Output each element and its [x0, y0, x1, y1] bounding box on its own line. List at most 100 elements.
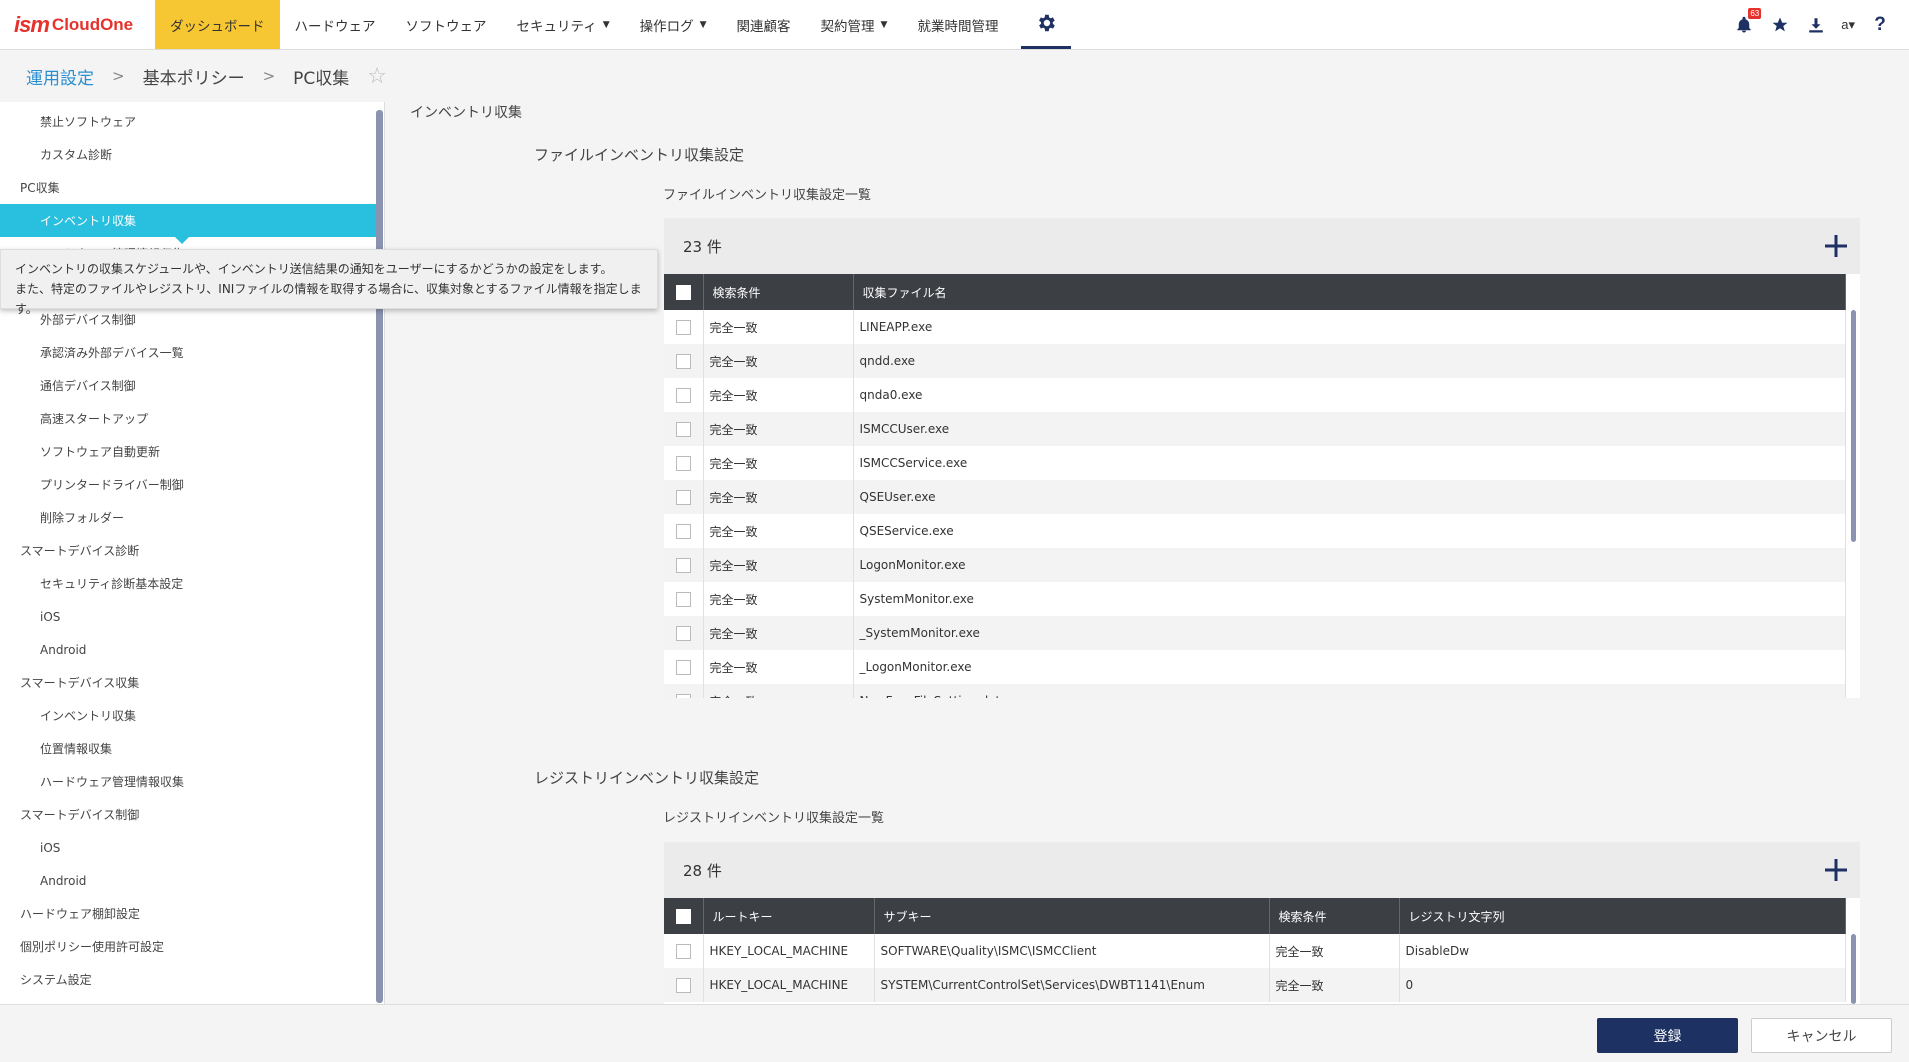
register-button[interactable]: 登録 [1597, 1018, 1738, 1053]
sidebar-item-3[interactable]: インベントリ収集 [0, 204, 377, 244]
nav-item-0[interactable]: ダッシュボード [155, 0, 280, 49]
table-cell: 完全一致 [1269, 934, 1400, 968]
row-checkbox[interactable] [675, 591, 691, 607]
column-header-search-condition[interactable]: 検索条件 [703, 274, 854, 310]
row-checkbox-cell [664, 344, 704, 378]
file-table-scroll-thumb[interactable] [1851, 310, 1856, 542]
add-file-button[interactable] [1822, 232, 1850, 260]
column-header-sub-key[interactable]: サブキー [874, 898, 1270, 934]
user-menu[interactable]: a▾ [1841, 17, 1855, 33]
row-checkbox[interactable] [675, 455, 691, 471]
registry-table-scroll-thumb[interactable] [1851, 934, 1856, 1004]
sidebar-item-25[interactable]: 個別ポリシー使用許可設定 [0, 930, 384, 963]
app-logo[interactable]: ism CloudOne [0, 0, 155, 49]
help-button[interactable]: ? [1869, 14, 1891, 36]
row-checkbox[interactable] [675, 659, 691, 675]
row-checkbox[interactable] [675, 319, 691, 335]
row-checkbox[interactable] [675, 353, 691, 369]
nav-item-2[interactable]: ソフトウェア [391, 0, 502, 49]
table-row[interactable]: 完全一致 ISMCCUser.exe [664, 412, 1846, 446]
select-all-checkbox[interactable] [675, 908, 691, 924]
sidebar-item-8[interactable]: 通信デバイス制御 [0, 369, 384, 402]
sidebar-scrollbar[interactable] [376, 110, 383, 1003]
row-checkbox[interactable] [675, 943, 691, 959]
table-cell: SystemMonitor.exe [853, 582, 1846, 616]
sidebar-item-7[interactable]: 承認済み外部デバイス一覧 [0, 336, 384, 369]
nav-item-1[interactable]: ハードウェア [280, 0, 391, 49]
sidebar-item-15[interactable]: iOS [0, 600, 384, 633]
table-row[interactable]: 完全一致 _LogonMonitor.exe [664, 650, 1846, 684]
sidebar-item-10[interactable]: ソフトウェア自動更新 [0, 435, 384, 468]
sidebar-item-17[interactable]: スマートデバイス収集 [0, 666, 384, 699]
sidebar-item-21[interactable]: スマートデバイス制御 [0, 798, 384, 831]
row-checkbox-cell [664, 968, 704, 1002]
row-checkbox[interactable] [675, 421, 691, 437]
table-row[interactable]: 完全一致 QSEUser.exe [664, 480, 1846, 514]
table-row[interactable]: 完全一致NewFuncFileSetting.dat [664, 684, 1846, 698]
favorite-star-icon[interactable]: ☆ [367, 64, 387, 89]
nav-item-5[interactable]: 関連顧客 [722, 0, 806, 49]
sidebar-item-9[interactable]: 高速スタートアップ [0, 402, 384, 435]
column-header-file-name[interactable]: 収集ファイル名 [853, 274, 1846, 310]
table-row[interactable]: 完全一致 QSEService.exe [664, 514, 1846, 548]
table-row[interactable]: HKEY_LOCAL_MACHINE SOFTWARE\Quality\ISMC\… [664, 934, 1846, 968]
add-registry-button[interactable] [1822, 856, 1850, 884]
breadcrumb-separator: > [262, 67, 276, 85]
download-button[interactable] [1805, 14, 1827, 36]
sidebar-item-13[interactable]: スマートデバイス診断 [0, 534, 384, 567]
sidebar-item-14[interactable]: セキュリティ診断基本設定 [0, 567, 384, 600]
sidebar-item-20[interactable]: ハードウェア管理情報収集 [0, 765, 384, 798]
row-checkbox[interactable] [675, 977, 691, 993]
sidebar-item-19[interactable]: 位置情報収集 [0, 732, 384, 765]
column-header-root-key[interactable]: ルートキー [703, 898, 875, 934]
column-header-registry-string[interactable]: レジストリ文字列 [1399, 898, 1846, 934]
logo-cloudone-text: CloudOne [51, 14, 134, 34]
nav-item-4[interactable]: 操作ログ ▼ [625, 0, 722, 49]
nav-item-3[interactable]: セキュリティ ▼ [502, 0, 625, 49]
breadcrumb-pc-collection: PC収集 [293, 68, 350, 89]
row-checkbox[interactable] [675, 557, 691, 573]
nav-item-6[interactable]: 契約管理 ▼ [806, 0, 903, 49]
table-row[interactable]: 完全一致 LINEAPP.exe [664, 310, 1846, 344]
sidebar-item-11[interactable]: プリンタードライバー制御 [0, 468, 384, 501]
sidebar-item-22[interactable]: iOS [0, 831, 384, 864]
cancel-button[interactable]: キャンセル [1751, 1018, 1892, 1053]
notification-badge: 63 [1748, 7, 1762, 19]
sidebar-item-26[interactable]: システム設定 [0, 963, 384, 996]
caret-down-icon: ▼ [602, 19, 610, 30]
sidebar-item-24[interactable]: ハードウェア棚卸設定 [0, 897, 384, 930]
row-checkbox[interactable] [675, 489, 691, 505]
table-row[interactable]: HKEY_LOCAL_MACHINE SYSTEM\CurrentControlS… [664, 968, 1846, 1002]
notification-button[interactable]: 63 [1733, 7, 1762, 36]
row-checkbox[interactable] [675, 625, 691, 641]
sidebar-item-2[interactable]: PC収集 [0, 171, 384, 204]
nav-utilities: 63 a▾ ? [1733, 0, 1909, 49]
file-table-scrollbar[interactable] [1846, 274, 1860, 698]
sidebar-item-23[interactable]: Android [0, 864, 384, 897]
file-section-title: ファイルインベントリ収集設定 [534, 146, 745, 164]
sidebar-item-16[interactable]: Android [0, 633, 384, 666]
sidebar-item-1[interactable]: カスタム診断 [0, 138, 384, 171]
sidebar-item-0[interactable]: 禁止ソフトウェア [0, 105, 384, 138]
registry-table-scrollbar[interactable] [1846, 898, 1860, 1004]
table-row[interactable]: 完全一致 SystemMonitor.exe [664, 582, 1846, 616]
table-row[interactable]: 完全一致 _SystemMonitor.exe [664, 616, 1846, 650]
table-row[interactable]: 完全一致 qnda0.exe [664, 378, 1846, 412]
row-checkbox[interactable] [675, 523, 691, 539]
select-all-checkbox[interactable] [675, 284, 691, 300]
favorites-button[interactable] [1769, 14, 1791, 36]
table-row[interactable]: 完全一致 ISMCCService.exe [664, 446, 1846, 480]
breadcrumb-operation-settings[interactable]: 運用設定 [26, 64, 94, 89]
row-checkbox[interactable] [675, 387, 691, 403]
column-header-search-condition[interactable]: 検索条件 [1269, 898, 1400, 934]
table-row[interactable]: 完全一致 qndd.exe [664, 344, 1846, 378]
table-row[interactable]: 完全一致 LogonMonitor.exe [664, 548, 1846, 582]
sidebar-item-18[interactable]: インベントリ収集 [0, 699, 384, 732]
registry-section-title: レジストリインベントリ収集設定 [534, 769, 760, 787]
row-checkbox[interactable] [675, 693, 691, 698]
nav-item-7[interactable]: 就業時間管理 [902, 0, 1013, 49]
main-content: インベントリ収集 ファイルインベントリ収集設定 ファイルインベントリ収集設定一覧… [386, 102, 1909, 1004]
sidebar-item-12[interactable]: 削除フォルダー [0, 501, 384, 534]
settings-tab[interactable] [1021, 0, 1072, 49]
table-cell: QSEService.exe [853, 514, 1846, 548]
